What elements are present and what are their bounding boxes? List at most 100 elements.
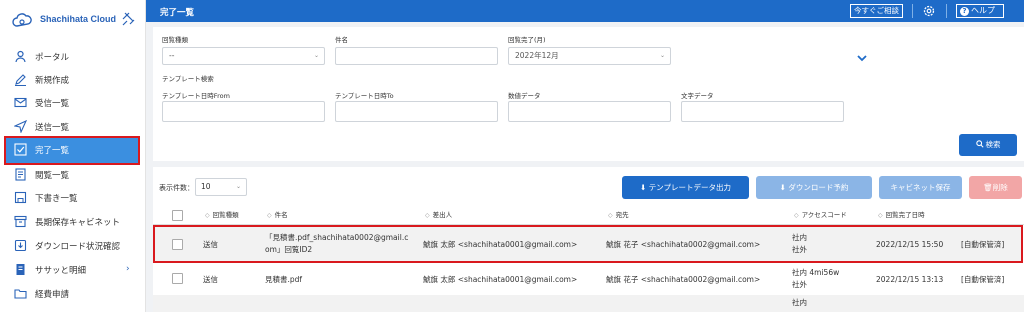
sidebar-item-portal[interactable]: ポータル: [0, 45, 146, 69]
template-date-to-input[interactable]: [335, 101, 498, 122]
completed-month-value: 2022年12月: [515, 51, 559, 60]
save-icon: [14, 191, 27, 204]
row-access-line1: 社内: [792, 298, 807, 307]
template-date-from-input[interactable]: [162, 101, 325, 122]
row-subject-line1: 「見積書.pdf_shachihata0002@gmail.c: [265, 233, 409, 242]
column-header-label: 回覧完了日時: [885, 211, 925, 219]
sidebar-item-label: ササッと明細: [35, 266, 87, 276]
sort-icon: ◇: [608, 212, 613, 219]
row-completed-date: 2022/12/15 15:50: [876, 240, 944, 249]
row-access-line1: 社内: [792, 233, 807, 242]
search-icon: [975, 140, 984, 148]
sidebar-item-sent[interactable]: 送信一覧: [0, 115, 146, 139]
text-data-input[interactable]: [681, 101, 844, 122]
table-row[interactable]: 社内: [153, 295, 1024, 312]
gear-icon[interactable]: [922, 4, 936, 18]
download-icon: [14, 239, 27, 252]
delete-button[interactable]: 🗑削除: [969, 176, 1022, 199]
sidebar-item-new[interactable]: 新規作成: [0, 68, 146, 92]
column-header-access-code[interactable]: ◇ アクセスコード: [794, 207, 847, 223]
column-header-completed[interactable]: ◇ 回覧完了日時: [878, 207, 925, 223]
chevron-right-icon: ›: [126, 264, 130, 274]
row-checkbox[interactable]: [172, 239, 183, 250]
sidebar-item-label: 経費申請: [35, 290, 70, 300]
column-header-sender[interactable]: ◇ 差出人: [425, 207, 452, 223]
header-divider: [912, 4, 913, 18]
chevron-down-icon: ⌄: [659, 52, 665, 59]
search-button[interactable]: 検索: [959, 134, 1017, 156]
cabinet-save-label: キャビネット保存: [890, 183, 951, 192]
brand[interactable]: Shachihata Cloud: [0, 0, 146, 40]
doc-type-value: --: [169, 51, 175, 60]
results-panel: 表示件数： 10 ⌄ ⬇ テンプレートデータ出力 ⬇ ダウンロード予約 キャビネ…: [153, 167, 1024, 312]
column-header-label: 差出人: [432, 211, 453, 219]
sidebar-item-label: 閲覧一覧: [35, 171, 70, 181]
select-all-checkbox[interactable]: [172, 210, 183, 221]
template-search-label: テンプレート検索: [162, 75, 214, 83]
sidebar-item-viewed[interactable]: 閲覧一覧: [0, 163, 146, 187]
chevron-down-icon: ⌄: [235, 183, 241, 190]
template-export-label: テンプレートデータ出力: [648, 183, 731, 192]
receipt-icon: [16, 264, 25, 275]
completed-month-select[interactable]: 2022年12月 ⌄: [508, 47, 671, 65]
column-header-subject[interactable]: ◇ 件名: [267, 207, 288, 223]
mail-icon: [14, 97, 27, 108]
sidebar: Shachihata Cloud ポータル 新規作成 受信一覧 送信一覧 完了一…: [0, 0, 146, 312]
row-status: [自動保管済]: [961, 240, 1005, 249]
person-icon: [15, 50, 26, 63]
sidebar-item-label: 完了一覧: [35, 146, 70, 156]
column-header-label: 宛先: [615, 211, 629, 219]
column-header-recipient[interactable]: ◇ 宛先: [608, 207, 629, 223]
search-button-label: 検索: [985, 140, 1001, 149]
table-row[interactable]: 送信 「見積書.pdf_shachihata0002@gmail.c om」回覧…: [153, 225, 1023, 263]
brand-name: Shachihata Cloud: [40, 14, 117, 24]
download-reserve-button[interactable]: ⬇ ダウンロード予約: [756, 176, 872, 199]
pin-icon[interactable]: [121, 11, 137, 27]
question-icon: ?: [960, 7, 969, 16]
sidebar-item-drafts[interactable]: 下書き一覧: [0, 186, 146, 210]
folder-icon: [14, 289, 27, 299]
expand-chevron-icon[interactable]: [856, 53, 868, 63]
row-sender: 鯱旗 太郎 <shachihata0001@gmail.com>: [423, 240, 578, 249]
completed-month-label: 回覧完了(月): [508, 36, 546, 44]
sort-icon: ◇: [267, 212, 272, 219]
sort-icon: ◇: [205, 212, 210, 219]
sidebar-item-completed[interactable]: 完了一覧: [4, 136, 140, 165]
consult-now-button[interactable]: 今すぐご相談: [850, 4, 903, 18]
page-size-select[interactable]: 10 ⌄: [195, 178, 247, 196]
column-header-type[interactable]: ◇ 回覧種類: [205, 207, 239, 223]
trash-icon: 🗑: [983, 183, 993, 192]
sidebar-item-label: 長期保存キャビネット: [35, 218, 121, 228]
delete-label: 削除: [992, 183, 1008, 192]
sidebar-item-label: 受信一覧: [35, 99, 70, 109]
pencil-icon: [15, 74, 26, 86]
sidebar-item-label: 送信一覧: [35, 123, 70, 133]
table-row[interactable]: 送信 見積書.pdf 鯱旗 太郎 <shachihata0001@gmail.c…: [153, 264, 1024, 294]
check-square-icon: [14, 143, 27, 156]
subject-input[interactable]: [335, 47, 498, 65]
sidebar-item-label: 新規作成: [35, 76, 70, 86]
sort-icon: ◇: [794, 212, 799, 219]
send-icon: [14, 120, 27, 133]
column-header-label: 回覧種類: [212, 211, 239, 219]
template-export-button[interactable]: ⬇ テンプレートデータ出力: [622, 176, 749, 199]
template-date-to-label: テンプレート日時To: [335, 92, 394, 100]
sidebar-item-sasatto[interactable]: ササッと明細 ›: [0, 258, 146, 282]
sidebar-item-received[interactable]: 受信一覧: [0, 91, 146, 115]
numeric-data-input[interactable]: [508, 101, 671, 122]
sidebar-item-download-status[interactable]: ダウンロード状況確認: [0, 234, 146, 258]
column-header-label: アクセスコード: [801, 211, 847, 219]
sidebar-item-label: ポータル: [35, 53, 70, 63]
table-header-divider: [153, 224, 1024, 225]
download-reserve-label: ダウンロード予約: [788, 183, 849, 192]
doc-type-select[interactable]: -- ⌄: [162, 47, 325, 65]
help-button[interactable]: ? ヘルプ: [956, 4, 1004, 18]
sidebar-item-cabinet[interactable]: 長期保存キャビネット: [0, 210, 146, 234]
row-checkbox[interactable]: [172, 273, 183, 284]
cloud-logo-icon: [12, 13, 32, 27]
subject-label: 件名: [335, 36, 348, 44]
cabinet-save-button[interactable]: キャビネット保存: [879, 176, 962, 199]
header-divider: [946, 4, 947, 18]
row-completed-date: 2022/12/15 13:13: [876, 275, 944, 284]
sidebar-item-expense[interactable]: 経費申請: [0, 282, 146, 306]
